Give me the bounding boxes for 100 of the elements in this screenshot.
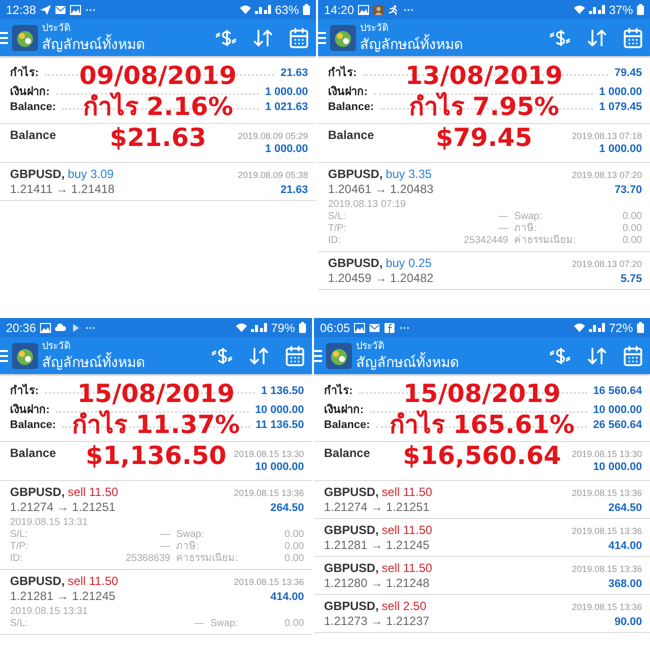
overlay-caption: 13/08/2019 (405, 60, 563, 91)
detail-label: S/L: (10, 529, 28, 541)
header-title: สัญลักษณ์ทั้งหมด (356, 352, 460, 370)
detail-value: 0.00 (284, 529, 304, 541)
menu-icon[interactable] (314, 350, 322, 362)
symbol-text: GBPUSD, (10, 574, 65, 588)
price-text: 1.21281 → 1.21245 (324, 538, 430, 552)
sort-icon[interactable] (586, 26, 608, 48)
summary-label: Balance: (328, 101, 374, 113)
summary-label: Balance: (10, 419, 56, 431)
battery-icon (303, 4, 310, 15)
currency-icon[interactable] (214, 28, 238, 48)
detail-value: 25368639 (124, 553, 170, 565)
entry-amount: 1 000.00 (599, 143, 642, 155)
summary-value: 11 136.50 (256, 419, 304, 431)
detail-label: ภาษี: (176, 541, 200, 552)
entry-time: 2019.08.13 07:20 (572, 259, 642, 269)
currency-icon[interactable] (210, 346, 234, 366)
price-text: 1.20461 → 1.20483 (328, 182, 434, 196)
detail-label: ID: (10, 553, 24, 565)
detail-value: — (159, 529, 170, 541)
battery-icon (637, 322, 644, 333)
calendar-icon[interactable] (622, 344, 644, 366)
price-text: 1.21273 → 1.21237 (324, 614, 430, 628)
sort-icon[interactable] (586, 344, 608, 366)
open-time: 2019.08.15 13:31 (10, 517, 89, 529)
overlay-caption: $21.63 (110, 122, 206, 153)
entry-time: 2019.08.15 13:36 (572, 526, 642, 536)
menu-icon[interactable] (0, 350, 8, 362)
overlay-caption: กำไร 11.37% (72, 409, 240, 440)
detail-label: ค่าธรรมเนียม: (514, 235, 576, 247)
detail-label: S/L: (10, 618, 28, 630)
entry-time: 2019.08.13 07:20 (572, 170, 642, 180)
order-text: sell 11.50 (382, 485, 432, 499)
symbol-text: GBPUSD, (324, 599, 379, 613)
app-logo-icon (12, 342, 38, 368)
status-time: 12:38 (6, 2, 36, 16)
calendar-icon[interactable] (622, 26, 644, 48)
summary-label: เงินฝาก: (328, 84, 368, 100)
currency-icon[interactable] (548, 28, 572, 48)
detail-value: 25342449 (462, 235, 508, 247)
summary-value: 10 000.00 (593, 404, 642, 416)
order-text: buy 3.09 (68, 167, 114, 181)
battery-percent: 72% (608, 320, 633, 334)
facebook-icon (384, 322, 396, 332)
sort-icon[interactable] (248, 344, 270, 366)
entry-time: 2019.08.15 13:36 (234, 488, 304, 498)
entry-amount: 264.50 (270, 502, 304, 514)
detail-value: 0.00 (622, 235, 642, 247)
order-text: sell 11.50 (382, 561, 432, 575)
wifi-icon (240, 5, 251, 14)
calendar-icon[interactable] (284, 344, 306, 366)
overlay-caption: 15/08/2019 (403, 378, 561, 409)
app-logo-icon (12, 24, 38, 50)
currency-icon[interactable] (548, 346, 572, 366)
header-subtitle: ประวัติ (42, 340, 71, 352)
detail-value: — (497, 223, 508, 235)
image-icon (70, 4, 82, 14)
battery-percent: 37% (608, 2, 633, 16)
signal-icon (254, 5, 271, 14)
order-text: sell 11.50 (68, 485, 118, 499)
status-time: 14:20 (324, 2, 354, 16)
calendar-icon[interactable] (288, 26, 310, 48)
status-time: 20:36 (6, 320, 36, 334)
battery-percent: 63% (274, 2, 299, 16)
entry-amount: 368.00 (608, 578, 642, 590)
entry-time: 2019.08.09 05:38 (238, 170, 308, 180)
cloud-icon (55, 322, 66, 332)
summary-label: กำไร: (10, 382, 39, 399)
price-text: 1.20459 → 1.20482 (328, 271, 434, 285)
symbol-text: GBPUSD, (10, 167, 65, 181)
battery-percent: 79% (270, 320, 295, 334)
summary-label: เงินฝาก: (10, 84, 50, 100)
wifi-icon (574, 323, 585, 332)
image-icon (40, 322, 52, 332)
entry-amount: 90.00 (614, 616, 642, 628)
menu-icon[interactable] (318, 32, 326, 44)
entry-amount: 10 000.00 (593, 461, 642, 473)
overlay-caption: กำไร 2.16% (82, 91, 234, 122)
price-text: 1.21274 → 1.21251 (10, 500, 116, 514)
header-subtitle: ประวัติ (356, 340, 385, 352)
entry-amount: 21.63 (280, 184, 308, 196)
summary-value: 79.45 (614, 67, 642, 79)
detail-value: 0.00 (284, 553, 304, 565)
overlay-caption: 15/08/2019 (77, 378, 235, 409)
image-icon (358, 4, 370, 14)
detail-label: ค่าธรรมเนียม: (176, 553, 238, 565)
entry-title: Balance (328, 128, 374, 142)
summary-label: เงินฝาก: (10, 402, 50, 418)
price-text: 1.21274 → 1.21251 (324, 500, 430, 514)
overlay-caption: $1,136.50 (86, 440, 226, 471)
entry-time: 2019.08.15 13:30 (234, 449, 304, 459)
menu-icon[interactable] (0, 32, 8, 44)
order-text: sell 11.50 (68, 574, 118, 588)
sort-icon[interactable] (252, 26, 274, 48)
symbol-text: GBPUSD, (328, 167, 383, 181)
app-logo-icon (330, 24, 356, 50)
play-icon (70, 322, 82, 332)
entry-title: Balance (10, 446, 56, 460)
order-text: buy 0.25 (386, 256, 432, 270)
